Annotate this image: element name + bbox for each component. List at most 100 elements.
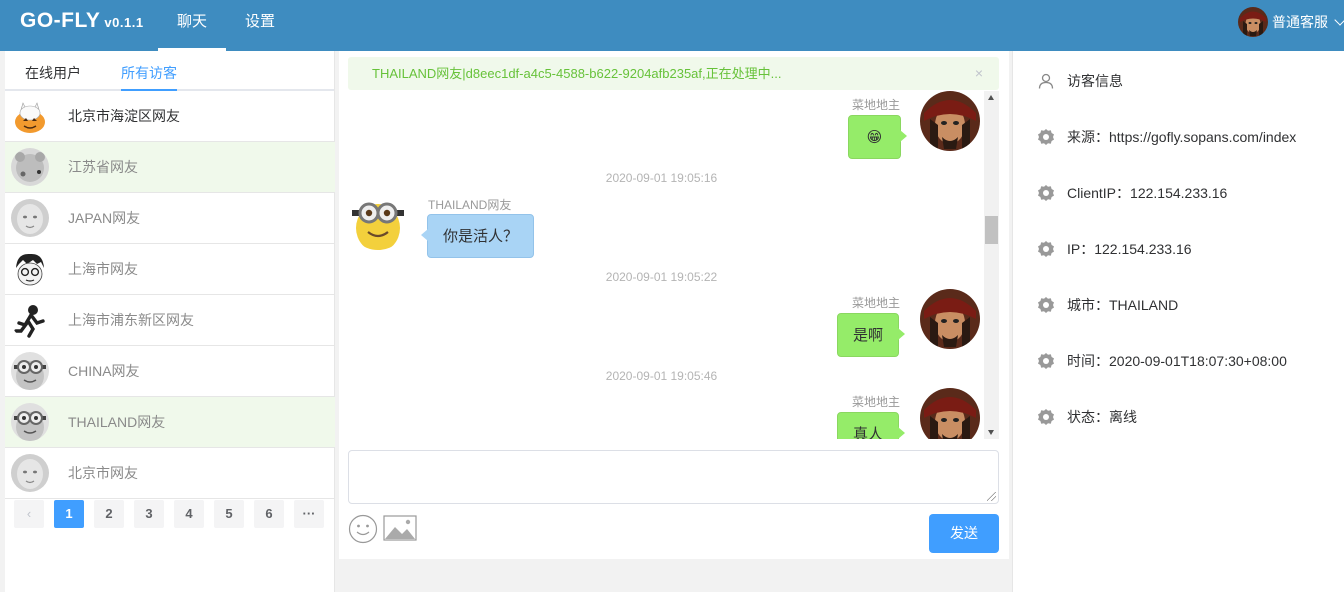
page-button[interactable]: 2 bbox=[94, 500, 124, 528]
info-value: 122.154.233.16 bbox=[1130, 185, 1228, 201]
visitor-name: JAPAN网友 bbox=[68, 210, 141, 226]
nav-tab-chat[interactable]: 聊天 bbox=[158, 0, 226, 51]
visitor-name: THAILAND网友 bbox=[68, 414, 166, 430]
message-scrollbar[interactable] bbox=[984, 91, 999, 439]
visitor-name: 上海市网友 bbox=[68, 261, 138, 277]
visitor-item[interactable]: JAPAN网友 bbox=[5, 193, 335, 244]
send-button[interactable]: 发送 bbox=[929, 514, 999, 553]
info-label: IP： bbox=[1067, 241, 1095, 257]
visitor-item[interactable]: 上海市浦东新区网友 bbox=[5, 295, 335, 346]
info-row-client-ip: ClientIP： 122.154.233.16 bbox=[1037, 183, 1227, 203]
visitor-name: 北京市海淀区网友 bbox=[68, 108, 180, 124]
info-row-status: 状态： 离线 bbox=[1037, 407, 1137, 427]
visitor-item[interactable]: 北京市网友 bbox=[5, 448, 335, 499]
visitor-item[interactable]: CHINA网友 bbox=[5, 346, 335, 397]
gear-icon bbox=[1037, 352, 1055, 370]
message-sender: 菜地地主 bbox=[852, 296, 901, 310]
info-title-text: 访客信息 bbox=[1067, 73, 1123, 89]
message-timestamp: 2020-09-01 19:05:22 bbox=[605, 270, 718, 284]
message-input[interactable] bbox=[348, 450, 999, 504]
scroll-up-icon[interactable] bbox=[988, 95, 994, 100]
top-navbar: GO-FLY v0.1.1 聊天 设置 普通客服 bbox=[0, 0, 1344, 51]
visitor-item[interactable]: THAILAND网友 bbox=[5, 397, 335, 448]
bear-avatar-icon bbox=[11, 148, 49, 186]
gear-icon bbox=[1037, 240, 1055, 258]
baby-avatar-icon bbox=[11, 454, 49, 492]
message-bubble: 是啊 bbox=[837, 313, 906, 357]
message-bubble: 你是活人？ bbox=[420, 214, 535, 258]
page-button[interactable]: 4 bbox=[174, 500, 204, 528]
visitor-name: 江苏省网友 bbox=[68, 159, 138, 175]
visitor-tabs: 在线用户 所有访客 bbox=[5, 51, 334, 91]
info-label: 来源： bbox=[1067, 129, 1109, 145]
info-label: 城市： bbox=[1067, 297, 1109, 313]
pumpkin-cat-avatar-icon bbox=[11, 97, 49, 135]
visitor-info-panel: 访客信息 来源： https://gofly.sopans.com/index C… bbox=[1012, 51, 1344, 592]
processing-banner: THAILAND网友|d8eec1df-a4c5-4588-b622-9204a… bbox=[348, 57, 999, 90]
info-value: https://gofly.sopans.com/index bbox=[1109, 129, 1297, 145]
page-button[interactable]: 3 bbox=[134, 500, 164, 528]
message-sender: 菜地地主 bbox=[852, 98, 901, 112]
tab-all-visitors[interactable]: 所有访客 bbox=[121, 63, 177, 91]
visitor-name: CHINA网友 bbox=[68, 363, 140, 379]
pirate-avatar-icon bbox=[920, 91, 980, 151]
nav-tab-settings[interactable]: 设置 bbox=[236, 0, 284, 51]
info-row-ip: IP： 122.154.233.16 bbox=[1037, 239, 1192, 259]
visitor-item[interactable]: 北京市海淀区网友 bbox=[5, 91, 335, 142]
close-icon[interactable]: × bbox=[975, 57, 983, 90]
info-value: 离线 bbox=[1109, 409, 1137, 425]
visitor-item[interactable]: 江苏省网友 bbox=[5, 142, 335, 193]
pirate-avatar-icon bbox=[920, 289, 980, 349]
info-label: ClientIP： bbox=[1067, 185, 1131, 201]
user-name: 普通客服 bbox=[1272, 14, 1328, 30]
pagination: ‹ 1 2 3 4 5 6 ··· bbox=[14, 500, 334, 528]
runner-avatar-icon bbox=[11, 301, 49, 339]
pagination-prev-button[interactable]: ‹ bbox=[14, 500, 44, 528]
user-menu[interactable]: 普通客服 bbox=[1238, 6, 1344, 38]
minion-avatar-icon bbox=[11, 352, 49, 390]
scroll-down-icon[interactable] bbox=[988, 430, 994, 435]
page-button[interactable]: 6 bbox=[254, 500, 284, 528]
gear-icon bbox=[1037, 296, 1055, 314]
chevron-down-icon bbox=[1334, 13, 1344, 26]
app-version: v0.1.1 bbox=[104, 15, 144, 30]
app-logo: GO-FLY v0.1.1 bbox=[20, 9, 144, 33]
message-bubble: 😁 bbox=[848, 115, 907, 159]
minion-avatar-icon bbox=[11, 403, 49, 441]
gear-icon bbox=[1037, 184, 1055, 202]
resize-handle-icon[interactable] bbox=[987, 492, 996, 501]
emoji-icon[interactable] bbox=[348, 514, 378, 547]
image-upload-icon[interactable] bbox=[383, 514, 417, 545]
page-button[interactable]: 1 bbox=[54, 500, 84, 528]
scrollbar-thumb[interactable] bbox=[985, 216, 998, 244]
visitor-name: 上海市浦东新区网友 bbox=[68, 312, 194, 328]
info-value: 122.154.233.16 bbox=[1094, 241, 1192, 257]
info-label: 状态： bbox=[1067, 409, 1109, 425]
message-list[interactable]: 菜地地主 😁 2020-09-01 19:05:16 THAILAND网友 你是… bbox=[339, 91, 999, 439]
minion-avatar-icon bbox=[348, 190, 408, 250]
pirate-avatar-icon bbox=[1238, 7, 1268, 37]
message-sender: 菜地地主 bbox=[852, 395, 901, 409]
cartoon-boy-avatar-icon bbox=[11, 250, 49, 288]
baby-avatar-icon bbox=[11, 199, 49, 237]
tab-online-users[interactable]: 在线用户 bbox=[25, 63, 81, 83]
info-row-city: 城市： THAILAND bbox=[1037, 295, 1178, 315]
visitor-item[interactable]: 上海市网友 bbox=[5, 244, 335, 295]
banner-text: THAILAND网友|d8eec1df-a4c5-4588-b622-9204a… bbox=[372, 66, 782, 81]
message-timestamp: 2020-09-01 19:05:46 bbox=[605, 369, 718, 383]
chat-panel: THAILAND网友|d8eec1df-a4c5-4588-b622-9204a… bbox=[339, 51, 1009, 559]
info-label: 时间： bbox=[1067, 353, 1109, 369]
message-bubble: 真人 bbox=[837, 412, 906, 439]
gear-icon bbox=[1037, 128, 1055, 146]
visitor-info-title: 访客信息 bbox=[1037, 71, 1123, 91]
info-value: 2020-09-01T18:07:30+08:00 bbox=[1109, 353, 1287, 369]
info-row-source: 来源： https://gofly.sopans.com/index bbox=[1037, 127, 1296, 147]
page-button[interactable]: 5 bbox=[214, 500, 244, 528]
user-icon bbox=[1037, 72, 1055, 90]
pirate-avatar-icon bbox=[920, 388, 980, 439]
info-row-time: 时间： 2020-09-01T18:07:30+08:00 bbox=[1037, 351, 1287, 371]
message-timestamp: 2020-09-01 19:05:16 bbox=[605, 171, 718, 185]
gear-icon bbox=[1037, 408, 1055, 426]
pagination-more-button[interactable]: ··· bbox=[294, 500, 324, 528]
visitor-name: 北京市网友 bbox=[68, 465, 138, 481]
